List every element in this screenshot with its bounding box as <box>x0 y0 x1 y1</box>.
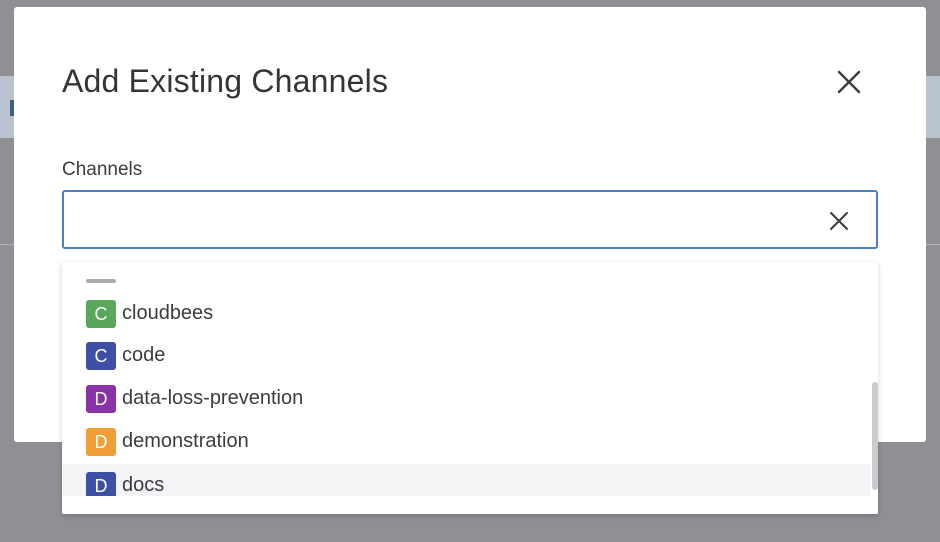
channel-option[interactable]: C code <box>62 334 870 376</box>
clear-icon <box>830 212 848 230</box>
background-divider-right <box>926 244 940 245</box>
channel-option[interactable]: D demonstration <box>62 420 870 462</box>
channel-option-label: docs <box>122 474 165 496</box>
dropdown-scrollbar[interactable] <box>872 382 878 490</box>
close-icon <box>837 70 861 94</box>
background-header-strip-right <box>926 76 940 138</box>
channel-option-label: code <box>122 344 166 366</box>
channels-dropdown-menu: C cloudbees C code D data-loss-preventio… <box>62 262 878 514</box>
channel-option-label: demonstration <box>122 430 249 452</box>
channel-avatar: C <box>86 342 116 370</box>
channel-avatar: D <box>86 428 116 456</box>
modal-title: Add Existing Channels <box>62 63 389 99</box>
channels-select[interactable] <box>62 190 878 249</box>
channel-avatar: C <box>86 300 116 328</box>
channel-avatar: D <box>86 385 116 413</box>
partially-visible-option <box>86 279 116 283</box>
channel-option[interactable]: D data-loss-prevention <box>62 377 870 419</box>
channels-field-label: Channels <box>62 159 143 180</box>
clear-selection-button[interactable] <box>828 210 850 232</box>
channel-option[interactable]: C cloudbees <box>62 292 870 334</box>
close-button[interactable] <box>834 67 864 97</box>
channel-option-label: cloudbees <box>122 302 214 324</box>
background-divider <box>0 244 14 245</box>
dropdown-bottom-edge <box>62 496 878 514</box>
channels-search-input[interactable] <box>64 192 804 247</box>
channel-option-label: data-loss-prevention <box>122 387 304 409</box>
